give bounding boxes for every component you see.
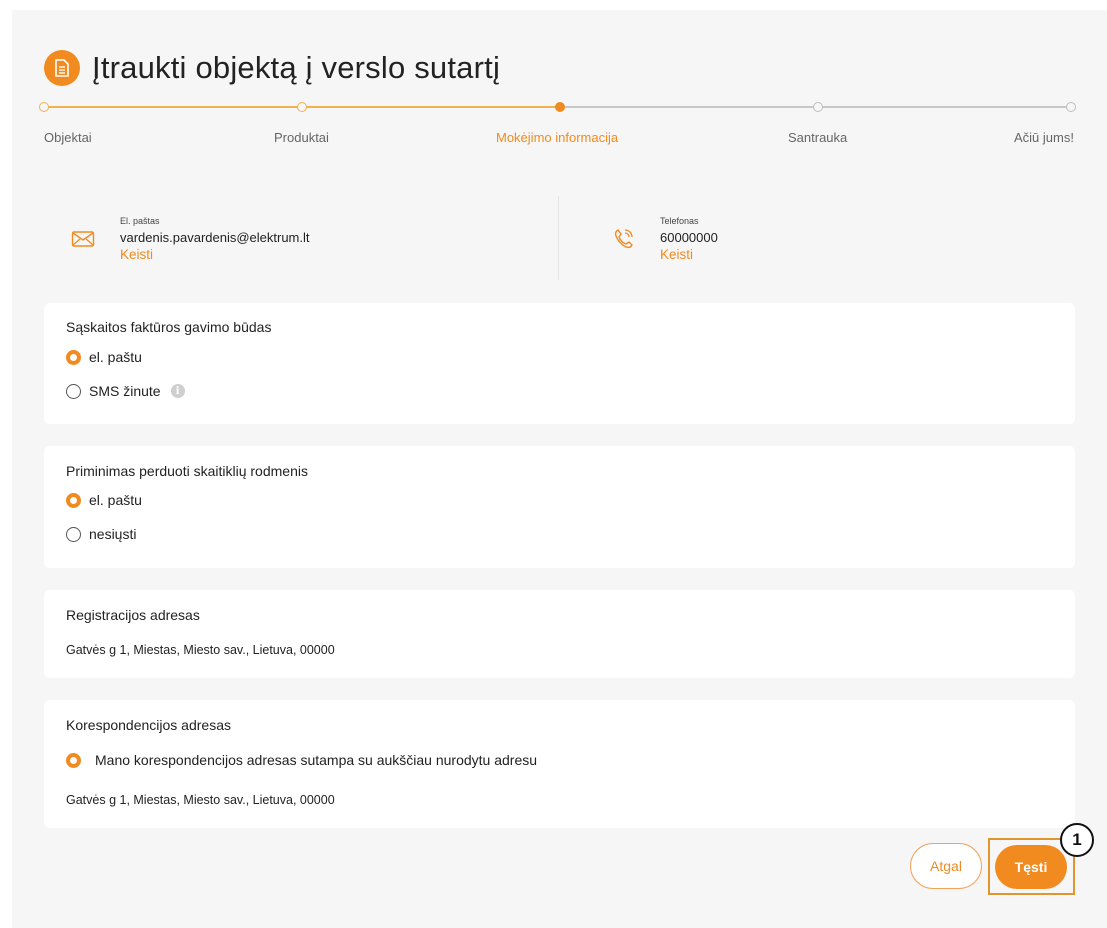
correspondence-address-title: Korespondencijos adresas xyxy=(66,717,231,733)
page-title: Įtraukti objektą į verslo sutartį xyxy=(92,50,501,85)
invoice-method-title: Sąskaitos faktūros gavimo būdas xyxy=(66,319,272,335)
envelope-icon xyxy=(68,230,98,248)
correspondence-address-card: Korespondencijos adresas Mano koresponde… xyxy=(44,700,1075,828)
page: Įtraukti objektą į verslo sutartį Objekt… xyxy=(12,10,1107,928)
correspondence-address-value: Gatvės g 1, Miestas, Miesto sav., Lietuv… xyxy=(66,793,335,807)
page-header: Įtraukti objektą į verslo sutartį xyxy=(44,50,500,86)
step-dot-aciu xyxy=(1066,102,1076,112)
radio-unselected[interactable] xyxy=(66,526,81,542)
step-dot-objektai xyxy=(39,102,49,112)
invoice-option-sms[interactable]: SMS žinute i xyxy=(66,383,185,399)
invoice-method-card: Sąskaitos faktūros gavimo būdas el. pašt… xyxy=(44,303,1075,424)
phone-value: 60000000 xyxy=(660,230,718,245)
back-button[interactable]: Atgal xyxy=(910,843,982,889)
radio-selected[interactable] xyxy=(66,492,81,508)
next-button[interactable]: Tęsti xyxy=(995,845,1067,889)
email-caption: El. paštas xyxy=(120,216,160,226)
radio-selected[interactable] xyxy=(66,349,81,365)
step-label-santrauka: Santrauka xyxy=(788,130,848,145)
contact-divider xyxy=(558,196,559,280)
meter-reminder-title: Priminimas perduoti skaitiklių rodmenis xyxy=(66,463,308,479)
step-dot-santrauka xyxy=(813,102,823,112)
progress-stepper: Objektai Produktai Mokėjimo informacija … xyxy=(39,102,1076,152)
correspondence-same-label: Mano korespondencijos adresas sutampa su… xyxy=(95,752,538,768)
contact-email: El. paštas vardenis.pavardenis@elektrum.… xyxy=(68,196,310,282)
change-email-link[interactable]: Keisti xyxy=(120,247,310,262)
email-value: vardenis.pavardenis@elektrum.lt xyxy=(120,230,310,245)
change-phone-link[interactable]: Keisti xyxy=(660,247,718,262)
step-dot-mokejimo xyxy=(555,102,565,112)
step-label-produktai: Produktai xyxy=(274,130,329,145)
radio-unselected[interactable] xyxy=(66,383,81,399)
correspondence-same-option[interactable]: Mano korespondencijos adresas sutampa su… xyxy=(66,752,537,768)
registration-address-title: Registracijos adresas xyxy=(66,607,200,623)
invoice-option-email-label: el. paštu xyxy=(89,349,142,365)
step-label-aciu: Ačiū jums! xyxy=(1014,130,1074,145)
step-dot-produktai xyxy=(297,102,307,112)
registration-address-card: Registracijos adresas Gatvės g 1, Miesta… xyxy=(44,590,1075,678)
reminder-option-none-label: nesiųsti xyxy=(89,526,137,542)
phone-icon xyxy=(608,227,638,251)
step-label-objektai: Objektai xyxy=(44,130,92,145)
callout-badge: 1 xyxy=(1060,823,1094,857)
step-label-mokejimo: Mokėjimo informacija xyxy=(496,130,619,145)
invoice-option-sms-label: SMS žinute xyxy=(89,383,161,399)
reminder-option-none[interactable]: nesiųsti xyxy=(66,526,136,542)
registration-address-value: Gatvės g 1, Miestas, Miesto sav., Lietuv… xyxy=(66,643,335,657)
contact-phone: Telefonas 60000000 Keisti xyxy=(608,196,718,282)
info-icon[interactable]: i xyxy=(170,384,185,398)
reminder-option-email[interactable]: el. paštu xyxy=(66,492,142,508)
invoice-option-email[interactable]: el. paštu xyxy=(66,349,142,365)
reminder-option-email-label: el. paštu xyxy=(89,492,142,508)
phone-caption: Telefonas xyxy=(660,216,699,226)
radio-selected[interactable] xyxy=(66,752,81,768)
meter-reminder-card: Priminimas perduoti skaitiklių rodmenis … xyxy=(44,446,1075,568)
document-icon xyxy=(44,50,80,86)
